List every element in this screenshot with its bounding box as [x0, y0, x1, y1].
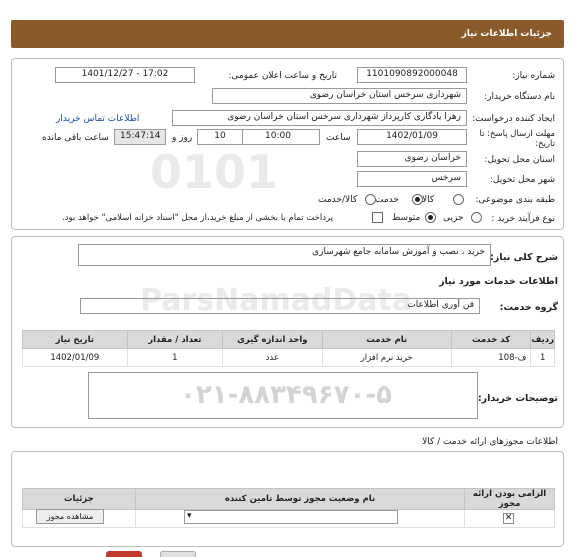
print-button[interactable] [106, 551, 142, 557]
remaining-label: ساعت باقی مانده [42, 133, 109, 143]
need-number-field: 1101090892000048 [357, 67, 467, 83]
col-permit-required: الزامی بودن ارائه مجوز [464, 488, 555, 510]
category-both-radio[interactable] [365, 194, 376, 205]
announce-date-field: 1401/12/27 - 17:02 [55, 67, 195, 83]
requester-field: زهرا یادگاری کارپرداز شهرداری سرخس استان… [172, 110, 467, 126]
days-label: روز و [172, 133, 193, 143]
page-header: جزئیات اطلاعات نیاز [11, 20, 564, 48]
cell-row: 1 [530, 348, 555, 367]
col-qty: تعداد / مقدار [126, 330, 224, 349]
cell-date: 1402/01/09 [22, 348, 128, 367]
purchase-type-label: نوع فرآیند خرید : [491, 214, 555, 224]
purchase-medium-label: متوسط [392, 213, 421, 223]
chevron-down-icon: ▾ [187, 511, 192, 521]
view-permit-button[interactable]: مشاهده مجوز [36, 509, 104, 524]
col-code: کد خدمت [450, 330, 532, 349]
announce-date-label: تاریخ و ساعت اعلان عمومی: [228, 71, 337, 81]
permit-status-select[interactable]: ▾ [184, 510, 398, 524]
col-name: نام خدمت [321, 330, 452, 349]
permits-table-header: الزامی بودن ارائه مجوز نام وضعیت مجوز تو… [22, 488, 555, 510]
cell-name: خرید نرم افزار [321, 348, 452, 367]
category-service-radio[interactable] [412, 194, 423, 205]
buyer-notes-field [88, 372, 478, 419]
category-label: طبقه بندی موضوعی: [475, 195, 555, 205]
buyer-org-label: نام دستگاه خریدار: [484, 92, 555, 102]
col-permit-details: جزئیات [22, 488, 136, 510]
purchase-medium-radio[interactable] [425, 212, 436, 223]
category-kala-label: کالا [422, 195, 435, 205]
treasury-checkbox[interactable] [372, 212, 383, 223]
category-service-label: خدمت [375, 195, 399, 205]
buyer-org-field: شهرداری سرخس استان خراسان رضوی [212, 88, 467, 104]
deadline-label: مهلت ارسال پاسخ: تا تاریخ: [479, 129, 555, 149]
city-field: سرخس [357, 171, 467, 187]
back-button[interactable] [160, 551, 196, 557]
service-group-label: گروه خدمت: [499, 302, 558, 313]
deadline-date-field: 1402/01/09 [357, 129, 467, 145]
summary-field: خرید ، نصب و آموزش سامانه جامع شهرسازی [78, 244, 491, 266]
services-table: ردیف کد خدمت نام خدمت واحد اندازه گیری ت… [22, 330, 555, 367]
cell-unit: عدد [222, 348, 323, 367]
buyer-contact-link[interactable]: اطلاعات تماس خریدار [56, 114, 139, 124]
category-both-label: کالا/خدمت [318, 195, 358, 205]
province-field: خراسان رضوی [357, 151, 467, 167]
page-title: جزئیات اطلاعات نیاز [461, 29, 552, 39]
service-group-field: فن آوری اطلاعات [80, 298, 480, 314]
cell-code: ف-108 [450, 348, 532, 367]
category-kala-radio[interactable] [453, 194, 464, 205]
province-label: استان محل تحویل: [484, 155, 555, 165]
col-date: تاریخ نیاز [22, 330, 128, 349]
cell-qty: 1 [126, 348, 224, 367]
cross-icon: ✕ [503, 513, 514, 524]
services-table-header: ردیف کد خدمت نام خدمت واحد اندازه گیری ت… [22, 330, 555, 349]
need-number-label: شماره نیاز: [512, 71, 555, 81]
deadline-time-label: ساعت [326, 133, 351, 143]
treasury-note: پرداخت تمام یا بخشی از مبلغ خرید،از محل … [62, 213, 334, 223]
permit-required-cell: ✕ [464, 509, 555, 528]
summary-label: شرح کلی نیاز: [489, 252, 558, 263]
deadline-time-field: 10:00 [236, 129, 320, 145]
permits-title: اطلاعات مجوزهای ارائه خدمت / کالا [422, 437, 558, 447]
purchase-minor-label: جزیی [443, 213, 464, 223]
remaining-time-field: 15:47:14 [114, 129, 166, 145]
col-row: ردیف [530, 330, 555, 349]
table-row: 1 ف-108 خرید نرم افزار عدد 1 1402/01/09 [22, 348, 555, 367]
city-label: شهر محل تحویل: [489, 175, 555, 185]
requester-label: ایجاد کننده درخواست: [472, 114, 555, 124]
col-permit-status: نام وضعیت مجوز توسط تامین کننده [134, 488, 466, 510]
services-title: اطلاعات خدمات مورد نیاز [439, 276, 558, 287]
col-unit: واحد اندازه گیری [222, 330, 323, 349]
buyer-notes-label: توضیحات خریدار: [477, 393, 558, 404]
days-field: 10 [197, 129, 243, 145]
purchase-minor-radio[interactable] [471, 212, 482, 223]
